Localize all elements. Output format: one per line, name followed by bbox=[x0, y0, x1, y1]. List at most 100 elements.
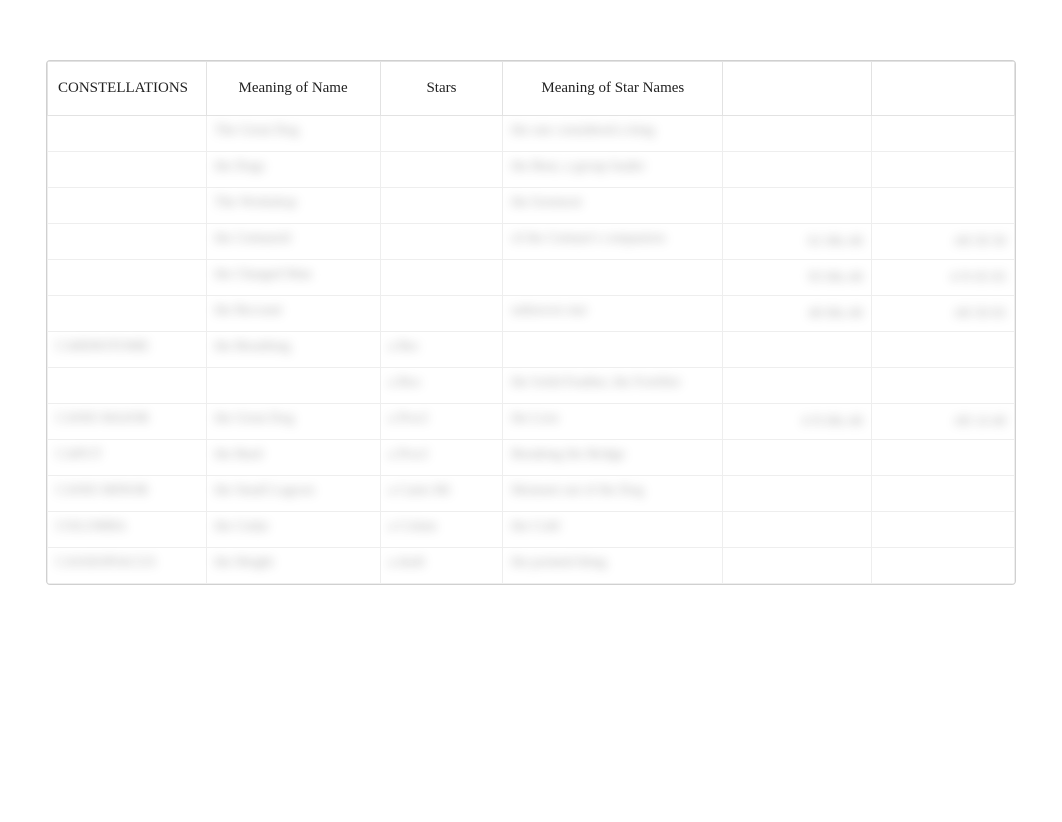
table-cell: -60 50 05 bbox=[871, 296, 1014, 332]
cell-text: The Workshop bbox=[215, 195, 297, 211]
table-cell bbox=[723, 548, 871, 584]
table-cell bbox=[871, 548, 1014, 584]
table-cell bbox=[723, 116, 871, 152]
table-cell bbox=[723, 152, 871, 188]
table-cell bbox=[871, 152, 1014, 188]
table-row: COLUMBA the Cedar a Colum the Cold bbox=[48, 512, 1015, 548]
table-cell: the Bard bbox=[206, 440, 380, 476]
table-cell bbox=[48, 260, 207, 296]
cell-text: the Charged Man bbox=[215, 267, 312, 283]
table-cell bbox=[380, 260, 503, 296]
table-cell: -60 50 50 bbox=[871, 224, 1014, 260]
table-row: CASSIOPIACUSthe Heighta draft the pointed… bbox=[48, 548, 1015, 584]
table-cell: the Cold bbox=[503, 512, 723, 548]
cell-text: CARDIOTOME bbox=[56, 339, 149, 355]
table-cell bbox=[871, 440, 1014, 476]
table-cell: The Great Dog bbox=[206, 116, 380, 152]
cell-text: the pointed thing bbox=[511, 555, 606, 571]
col-constellations: CONSTELLATIONS bbox=[48, 62, 207, 116]
table-cell bbox=[48, 152, 207, 188]
table-row: the Dogsthe Bear, a group leader bbox=[48, 152, 1015, 188]
table-cell: CASSIOPIACUS bbox=[48, 548, 207, 584]
table-cell: a Canis Mi bbox=[380, 476, 503, 512]
table-cell bbox=[380, 152, 503, 188]
table-cell: the Charged Man bbox=[206, 260, 380, 296]
table-cell: CANIS MAJOR bbox=[48, 404, 207, 440]
table-cell: Breaking the Bridge bbox=[503, 440, 723, 476]
cell-text: the Lion bbox=[511, 411, 558, 427]
table-row: The Great Dog the one considered a king bbox=[48, 116, 1015, 152]
table-cell: the Centaurid bbox=[206, 224, 380, 260]
col-stars: Stars bbox=[380, 62, 503, 116]
table-cell: the Height bbox=[206, 548, 380, 584]
cell-text: -60 50 05 bbox=[880, 306, 1006, 322]
table-row: the Recount unknown star 40 00s 40 -60 50 0… bbox=[48, 296, 1015, 332]
cell-text: the Great Dog bbox=[215, 411, 294, 427]
cell-text: The Great Dog bbox=[215, 123, 299, 139]
cell-text: the Centaurid bbox=[215, 231, 291, 247]
table-cell: a Procl bbox=[380, 404, 503, 440]
cell-text: a Canis Mi bbox=[389, 483, 450, 499]
table-cell bbox=[503, 332, 723, 368]
table-cell bbox=[723, 476, 871, 512]
cell-text: of the Centaur's companion bbox=[511, 231, 665, 247]
table-cell bbox=[380, 224, 503, 260]
cell-text: COLUMBA bbox=[56, 519, 126, 535]
cell-text: the Small Lagoon bbox=[215, 483, 315, 499]
table-row: CANIS MINOR the Small Lagoon a Canis Mi Mom… bbox=[48, 476, 1015, 512]
table-row: the Charged Man 95 00s 40 4 N 05 05 bbox=[48, 260, 1015, 296]
table-cell: a Bsc bbox=[380, 332, 503, 368]
cell-text: -60 14 40 bbox=[880, 414, 1006, 430]
cell-text: a Procl bbox=[389, 411, 428, 427]
table-cell: CANIS MINOR bbox=[48, 476, 207, 512]
table-cell: unknown star bbox=[503, 296, 723, 332]
cell-text: the Solid Feather, the Fortifier bbox=[511, 375, 680, 391]
table-cell bbox=[723, 188, 871, 224]
cell-text: 95 00s 40 bbox=[731, 270, 862, 286]
table-cell bbox=[723, 332, 871, 368]
table-cell: the Solid Feather, the Fortifier bbox=[503, 368, 723, 404]
table-cell bbox=[871, 116, 1014, 152]
cell-text: the Recount bbox=[215, 303, 282, 319]
table-cell: the pointed thing bbox=[503, 548, 723, 584]
table-cell: 4 N 00s 40 bbox=[723, 404, 871, 440]
cell-text: 61 00s 40 bbox=[731, 234, 862, 250]
cell-text: the foremost bbox=[511, 195, 581, 211]
table-row: CANIS MAJOR the Great Dog a Procl the Lion 4… bbox=[48, 404, 1015, 440]
table-cell: the Cedar bbox=[206, 512, 380, 548]
cell-text: unknown star bbox=[511, 303, 587, 319]
cell-text: a Colum bbox=[389, 519, 437, 535]
col-meaning-name: Meaning of Name bbox=[206, 62, 380, 116]
table-cell: the Lion bbox=[503, 404, 723, 440]
table-cell: the one considered a king bbox=[503, 116, 723, 152]
table-cell: a Procl bbox=[380, 440, 503, 476]
constellations-table: CONSTELLATIONS Meaning of Name Stars Mea… bbox=[47, 61, 1015, 584]
table-cell: Moment out of the Dog bbox=[503, 476, 723, 512]
cell-text: the one considered a king bbox=[511, 123, 654, 139]
cell-text: CAPUT bbox=[56, 447, 102, 463]
table-row: The Workshop the foremost bbox=[48, 188, 1015, 224]
cell-text: 4 N 00s 40 bbox=[731, 414, 862, 430]
table-cell bbox=[871, 368, 1014, 404]
table-row: the Centaurid of the Centaur's companion 6… bbox=[48, 224, 1015, 260]
table-cell: COLUMBA bbox=[48, 512, 207, 548]
table-cell: a draft bbox=[380, 548, 503, 584]
cell-text: 4 N 05 05 bbox=[880, 270, 1006, 286]
constellations-table-container: CONSTELLATIONS Meaning of Name Stars Mea… bbox=[46, 60, 1016, 585]
table-cell: The Workshop bbox=[206, 188, 380, 224]
table-cell bbox=[48, 296, 207, 332]
table-cell: the Bear, a group leader bbox=[503, 152, 723, 188]
table-cell: of the Centaur's companion bbox=[503, 224, 723, 260]
cell-text: 40 00s 40 bbox=[731, 306, 862, 322]
col-meaning-star: Meaning of Star Names bbox=[503, 62, 723, 116]
table-cell bbox=[48, 368, 207, 404]
table-cell: the Great Dog bbox=[206, 404, 380, 440]
col-extra-1 bbox=[723, 62, 871, 116]
table-cell: 4 N 05 05 bbox=[871, 260, 1014, 296]
cell-text: CANIS MAJOR bbox=[56, 411, 149, 427]
table-row: CAPUT the Barda ProclBreaking the Bridge bbox=[48, 440, 1015, 476]
table-cell: CARDIOTOME bbox=[48, 332, 207, 368]
table-cell bbox=[723, 512, 871, 548]
col-extra-2 bbox=[871, 62, 1014, 116]
table-header-row: CONSTELLATIONS Meaning of Name Stars Mea… bbox=[48, 62, 1015, 116]
